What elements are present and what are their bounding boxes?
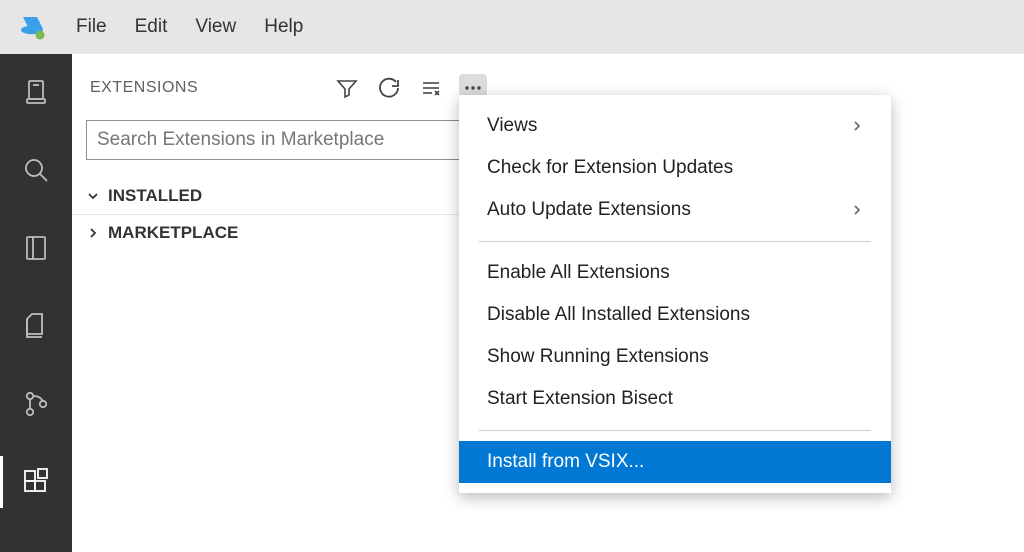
menu-disable-all-label: Disable All Installed Extensions: [487, 304, 750, 326]
menu-view[interactable]: View: [195, 16, 236, 38]
menu-separator: [479, 430, 871, 431]
activity-source-control[interactable]: [16, 384, 56, 424]
app-logo: [16, 11, 48, 43]
menu-install-vsix[interactable]: Install from VSIX...: [459, 441, 891, 483]
menu-file[interactable]: File: [76, 16, 107, 38]
chevron-down-icon: [86, 189, 100, 203]
menu-install-vsix-label: Install from VSIX...: [487, 451, 644, 473]
activity-connections[interactable]: [16, 72, 56, 112]
menu-enable-all[interactable]: Enable All Extensions: [459, 252, 891, 294]
activity-search[interactable]: [16, 150, 56, 190]
menu-auto-update-label: Auto Update Extensions: [487, 199, 691, 221]
sidebar-title: EXTENSIONS: [90, 79, 333, 97]
activity-extensions[interactable]: [16, 462, 56, 502]
menu-views-label: Views: [487, 115, 537, 137]
section-marketplace[interactable]: MARKETPLACE: [72, 215, 501, 251]
menu-views[interactable]: Views: [459, 105, 891, 147]
chevron-right-icon: [86, 226, 100, 240]
search-input[interactable]: [97, 129, 476, 151]
refresh-icon[interactable]: [375, 74, 403, 102]
activity-notebooks[interactable]: [16, 228, 56, 268]
section-marketplace-label: MARKETPLACE: [108, 223, 238, 243]
menu-start-bisect[interactable]: Start Extension Bisect: [459, 378, 891, 420]
menu-start-bisect-label: Start Extension Bisect: [487, 388, 673, 410]
menu-show-running[interactable]: Show Running Extensions: [459, 336, 891, 378]
extensions-sidebar: EXTENSIONS: [72, 54, 501, 552]
menu-edit[interactable]: Edit: [135, 16, 168, 38]
section-installed[interactable]: INSTALLED: [72, 178, 501, 215]
chevron-right-icon: [851, 204, 863, 216]
menu-check-updates-label: Check for Extension Updates: [487, 157, 733, 179]
extensions-more-menu: Views Check for Extension Updates Auto U…: [459, 95, 891, 493]
menubar: File Edit View Help: [0, 0, 1024, 54]
sidebar-header: EXTENSIONS: [72, 54, 501, 114]
filter-icon[interactable]: [333, 74, 361, 102]
menu-disable-all[interactable]: Disable All Installed Extensions: [459, 294, 891, 336]
search-box[interactable]: [86, 120, 487, 160]
menu-auto-update[interactable]: Auto Update Extensions: [459, 189, 891, 231]
menu-show-running-label: Show Running Extensions: [487, 346, 709, 368]
menu-help[interactable]: Help: [264, 16, 303, 38]
menu-check-updates[interactable]: Check for Extension Updates: [459, 147, 891, 189]
section-installed-label: INSTALLED: [108, 186, 202, 206]
chevron-right-icon: [851, 120, 863, 132]
menu-enable-all-label: Enable All Extensions: [487, 262, 670, 284]
clear-results-icon[interactable]: [417, 74, 445, 102]
menu-separator: [479, 241, 871, 242]
activity-bar: [0, 54, 72, 552]
activity-explorer[interactable]: [16, 306, 56, 346]
